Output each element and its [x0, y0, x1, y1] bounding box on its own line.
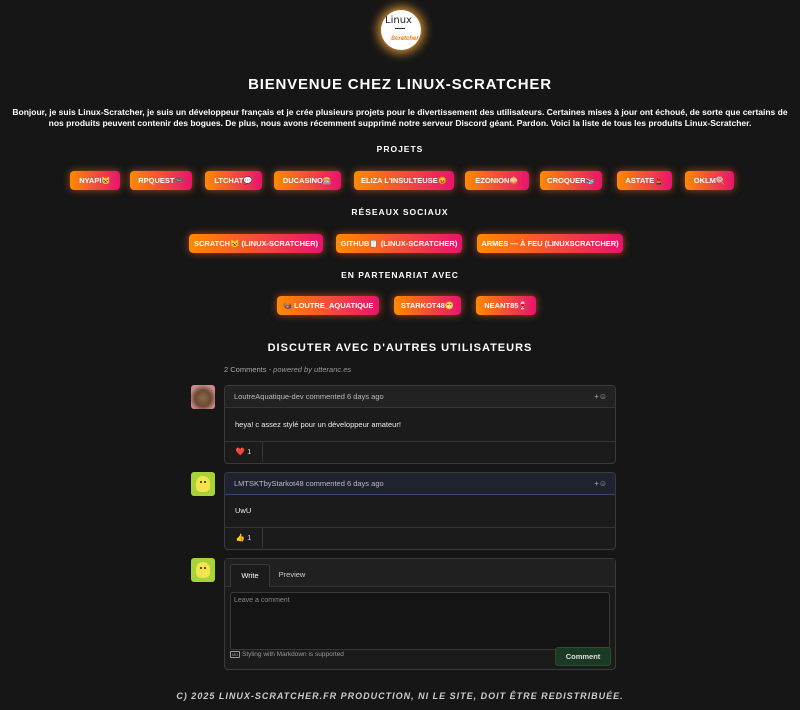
site-logo: Linux Scratcher — [381, 10, 421, 50]
comment-card: LMTSKTbyStarkot48 commented 6 days ago +… — [224, 472, 616, 550]
social-button-armes[interactable]: ARMES — À FEU (LINUXSCRATCHER) — [477, 234, 623, 253]
project-button-ducasino[interactable]: DUCASINO🎰 — [274, 171, 341, 190]
markdown-note-text: Styling with Markdown is supported — [242, 651, 344, 659]
project-button-oklm[interactable]: OKLM🍭 — [685, 171, 734, 190]
intro-text: Bonjour, je suis Linux-Scratcher, je sui… — [12, 107, 788, 128]
comment-textarea[interactable]: Leave a comment — [230, 592, 610, 650]
project-button-astate[interactable]: ASTATE💄 — [617, 171, 672, 190]
social-heading: RÉSEAUX SOCIAUX — [351, 207, 449, 217]
reply-box: Write Preview Leave a comment MD Styling … — [224, 558, 616, 670]
comment-header: LoutreAquatique-dev commented 6 days ago… — [225, 386, 615, 408]
project-button-ltchat[interactable]: LTCHAT💬 — [205, 171, 262, 190]
footer-copyright: C) 2025 LINUX-SCRATCHER.FR PRODUCTION, N… — [176, 691, 624, 701]
comment-meta: commented 6 days ago — [303, 479, 384, 488]
comment-author[interactable]: LoutreAquatique-dev — [234, 392, 304, 401]
markdown-icon: MD — [230, 651, 240, 658]
avatar-bird-eye — [200, 567, 202, 569]
discussion-heading: DISCUTER AVEC D'AUTRES UTILISATEURS — [267, 342, 533, 354]
partner-button-starkot[interactable]: STARKOT48😁 — [394, 296, 461, 315]
logo-text-linux: Linux — [385, 15, 412, 26]
comment-count-text: 2 Comments — [224, 365, 267, 374]
social-button-scratch[interactable]: SCRATCH😺 (LINUX-SCRATCHER) — [189, 234, 323, 253]
comment-header: LMTSKTbyStarkot48 commented 6 days ago +… — [225, 473, 615, 495]
social-button-github[interactable]: GITHUB📋 (LINUX-SCRATCHER) — [336, 234, 462, 253]
tab-preview[interactable]: Preview — [272, 564, 312, 586]
add-reaction-icon[interactable]: +☺ — [594, 386, 607, 407]
heart-reaction-button[interactable]: ❤️ 1 — [225, 442, 263, 462]
project-button-nyapi[interactable]: NYAPI😺 — [70, 171, 120, 190]
comment-count: 2 Comments - powered by utteranc.es — [224, 365, 351, 374]
comment-body: heya! c assez stylé pour un développeur … — [235, 420, 401, 429]
reply-tabs: Write Preview — [225, 559, 615, 587]
comment-body: UwU — [235, 506, 252, 515]
submit-comment-button[interactable]: Comment — [555, 647, 611, 666]
project-button-croquer[interactable]: CROQUER📚 — [540, 171, 602, 190]
project-button-rpquest[interactable]: RPQUEST🎮 — [130, 171, 192, 190]
comment-footer: ❤️ 1 — [225, 441, 615, 462]
comment-author[interactable]: LMTSKTbyStarkot48 — [234, 479, 304, 488]
page-title: BIENVENUE CHEZ LINUX-SCRATCHER — [248, 76, 552, 93]
avatar-bird-eye — [200, 481, 202, 483]
comment-card: LoutreAquatique-dev commented 6 days ago… — [224, 385, 616, 464]
thumbs-up-reaction-button[interactable]: 👍 1 — [225, 528, 263, 548]
project-button-ezonion[interactable]: EZONION🧅 — [465, 171, 529, 190]
comment-meta: commented 6 days ago — [303, 392, 384, 401]
partner-button-loutre[interactable]: 🦦 LOUTRE_AQUATIQUE — [277, 296, 379, 315]
logo-text-scratcher: Scratcher — [391, 36, 419, 42]
avatar-bird-eye — [204, 481, 206, 483]
avatar-bird-body — [196, 476, 210, 492]
markdown-note: MD Styling with Markdown is supported — [230, 651, 344, 658]
powered-by-text: - powered by utteranc.es — [266, 365, 352, 374]
avatar-loutre[interactable] — [191, 385, 215, 409]
add-reaction-icon[interactable]: +☺ — [594, 473, 607, 494]
partner-button-neant[interactable]: NEANT85🍷 — [476, 296, 536, 315]
partners-heading: EN PARTENARIAT AVEC — [341, 270, 459, 280]
logo-divider — [395, 28, 405, 29]
avatar-bird-body — [196, 562, 210, 578]
project-button-eliza[interactable]: ELIZA L'INSULTEUSE😡 — [354, 171, 454, 190]
avatar-current-user[interactable] — [191, 558, 215, 582]
avatar-starkot[interactable] — [191, 472, 215, 496]
tab-write[interactable]: Write — [230, 564, 270, 587]
projects-heading: PROJETS — [376, 144, 424, 154]
comment-footer: 👍 1 — [225, 527, 615, 548]
avatar-bird-eye — [204, 567, 206, 569]
